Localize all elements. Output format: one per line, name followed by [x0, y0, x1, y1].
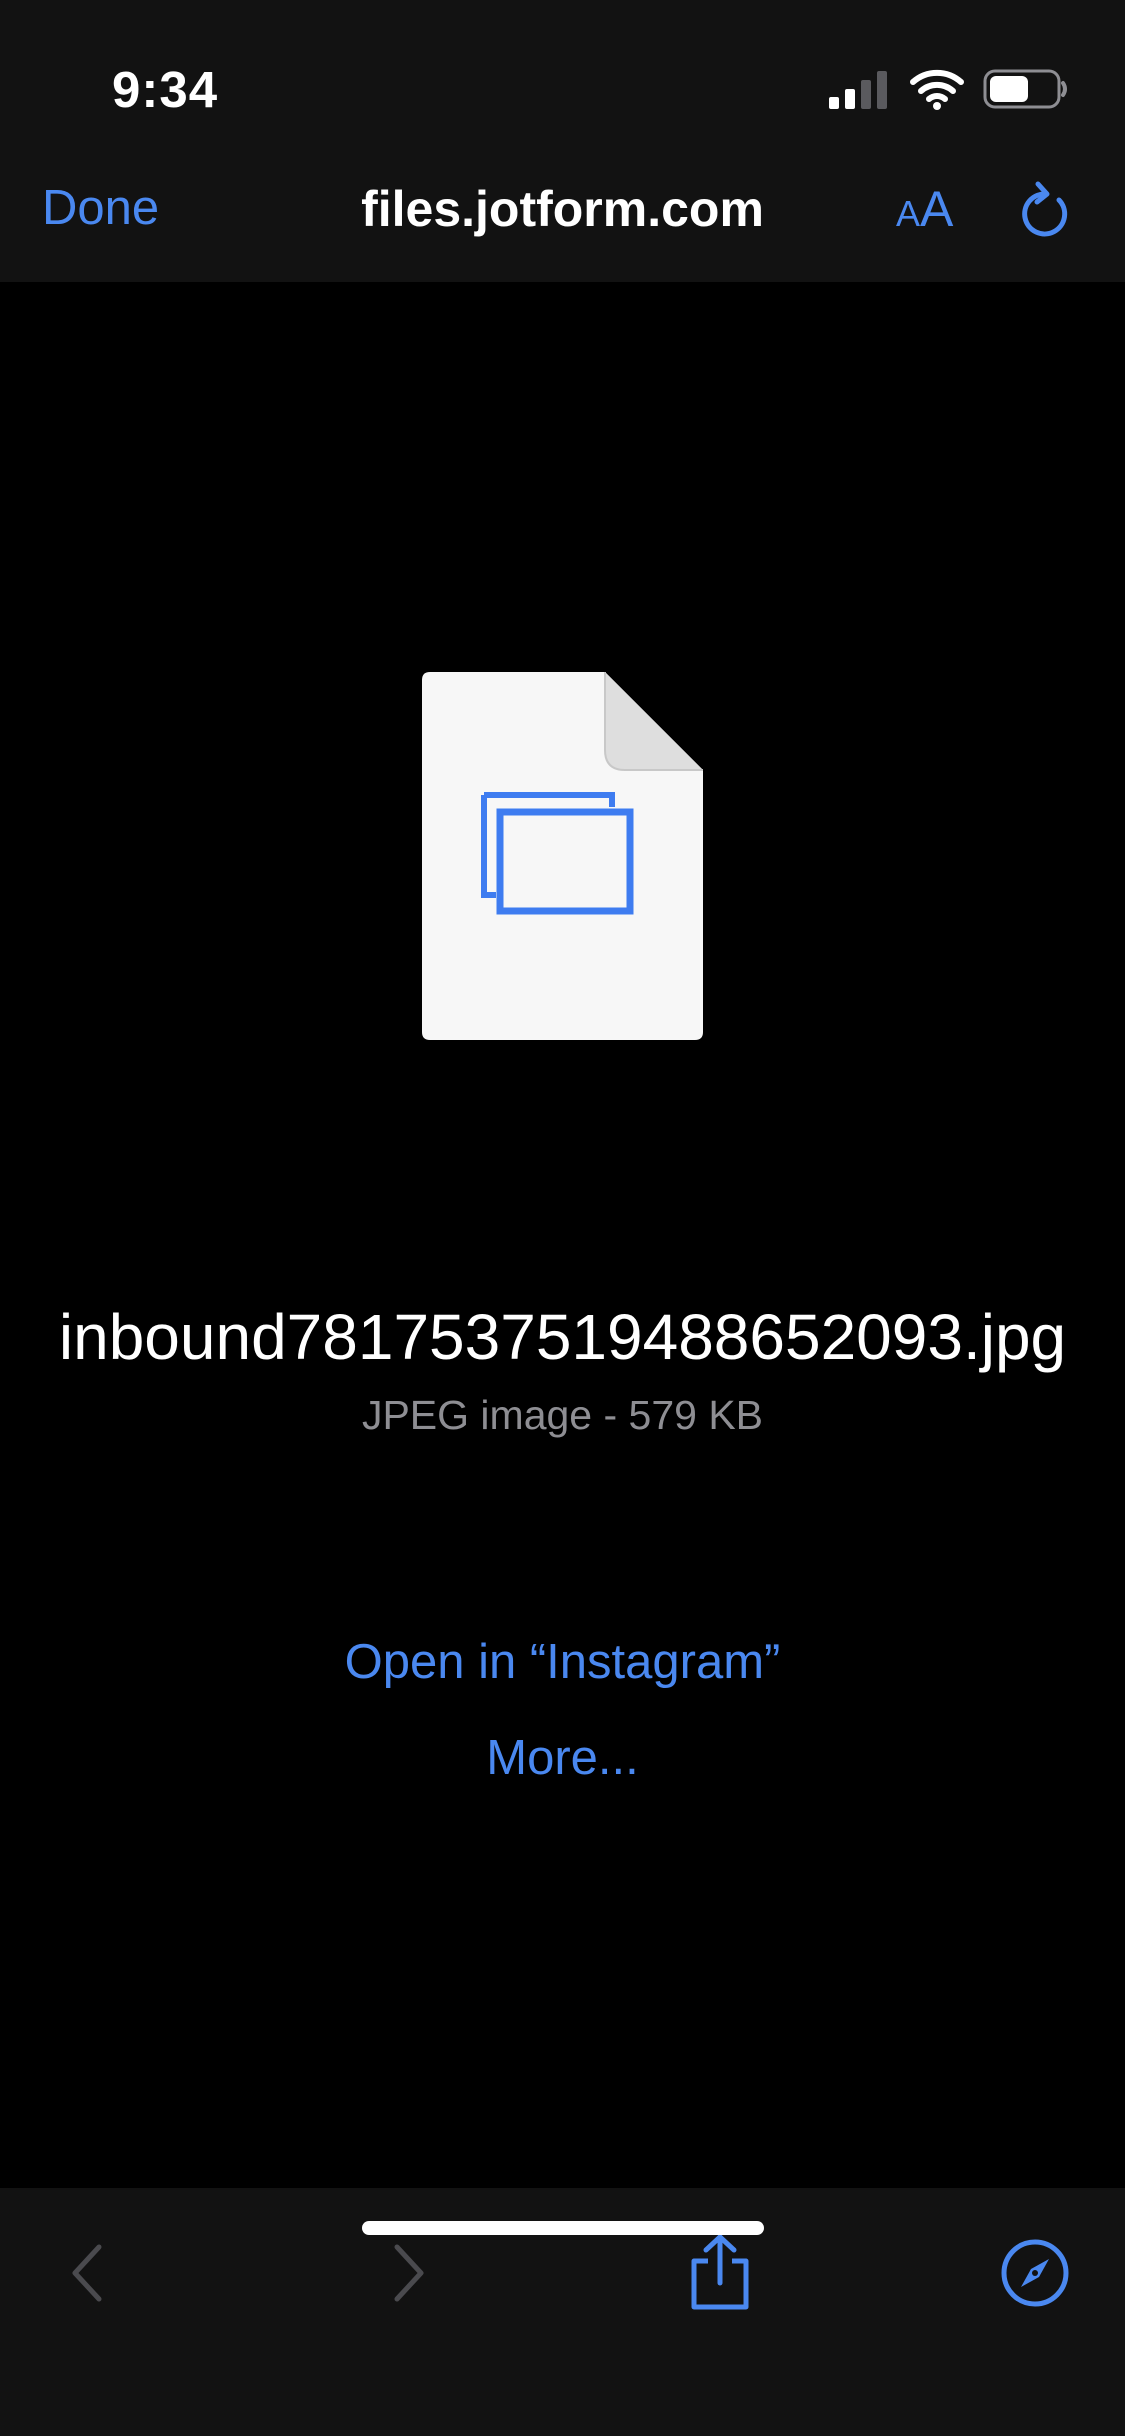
home-indicator: [362, 2221, 764, 2235]
screen: 9:34 files.jotform.com Done AA inbound78…: [0, 0, 1125, 2436]
forward-button[interactable]: [364, 2228, 454, 2318]
compass-icon: [1001, 2239, 1069, 2307]
open-in-instagram-link[interactable]: Open in “Instagram”: [345, 1635, 781, 1689]
cellular-signal-icon: [829, 71, 887, 109]
done-button[interactable]: Done: [42, 180, 159, 236]
wifi-icon: [910, 69, 964, 110]
status-time: 9:34: [112, 61, 219, 118]
file-meta: JPEG image - 579 KB: [361, 1392, 764, 1438]
status-icons: [827, 64, 1069, 114]
nav-bar: files.jotform.com Done AA: [0, 160, 1125, 282]
status-bar: 9:34: [0, 0, 1125, 160]
image-file-icon: [420, 670, 705, 1042]
share-button[interactable]: [675, 2228, 765, 2318]
more-link[interactable]: More...: [486, 1731, 638, 1785]
back-arrow-icon: [72, 2244, 102, 2302]
reload-icon: [1022, 181, 1068, 237]
reload-button[interactable]: [1016, 178, 1076, 242]
text-size-large-glyph: A: [920, 181, 954, 237]
forward-arrow-icon: [394, 2244, 424, 2302]
page-title: files.jotform.com: [361, 181, 764, 237]
battery-icon: [983, 69, 1067, 109]
share-icon: [691, 2234, 749, 2310]
open-in-safari-button[interactable]: [990, 2228, 1080, 2318]
more-row: More...: [0, 1730, 1125, 1786]
file-name: inbound7817537519488652093.jpg: [58, 1301, 1067, 1373]
open-in-instagram-row: Open in “Instagram”: [0, 1634, 1125, 1690]
back-button[interactable]: [42, 2228, 132, 2318]
text-size-button[interactable]: AA: [896, 180, 953, 238]
text-size-small-glyph: A: [896, 193, 921, 234]
